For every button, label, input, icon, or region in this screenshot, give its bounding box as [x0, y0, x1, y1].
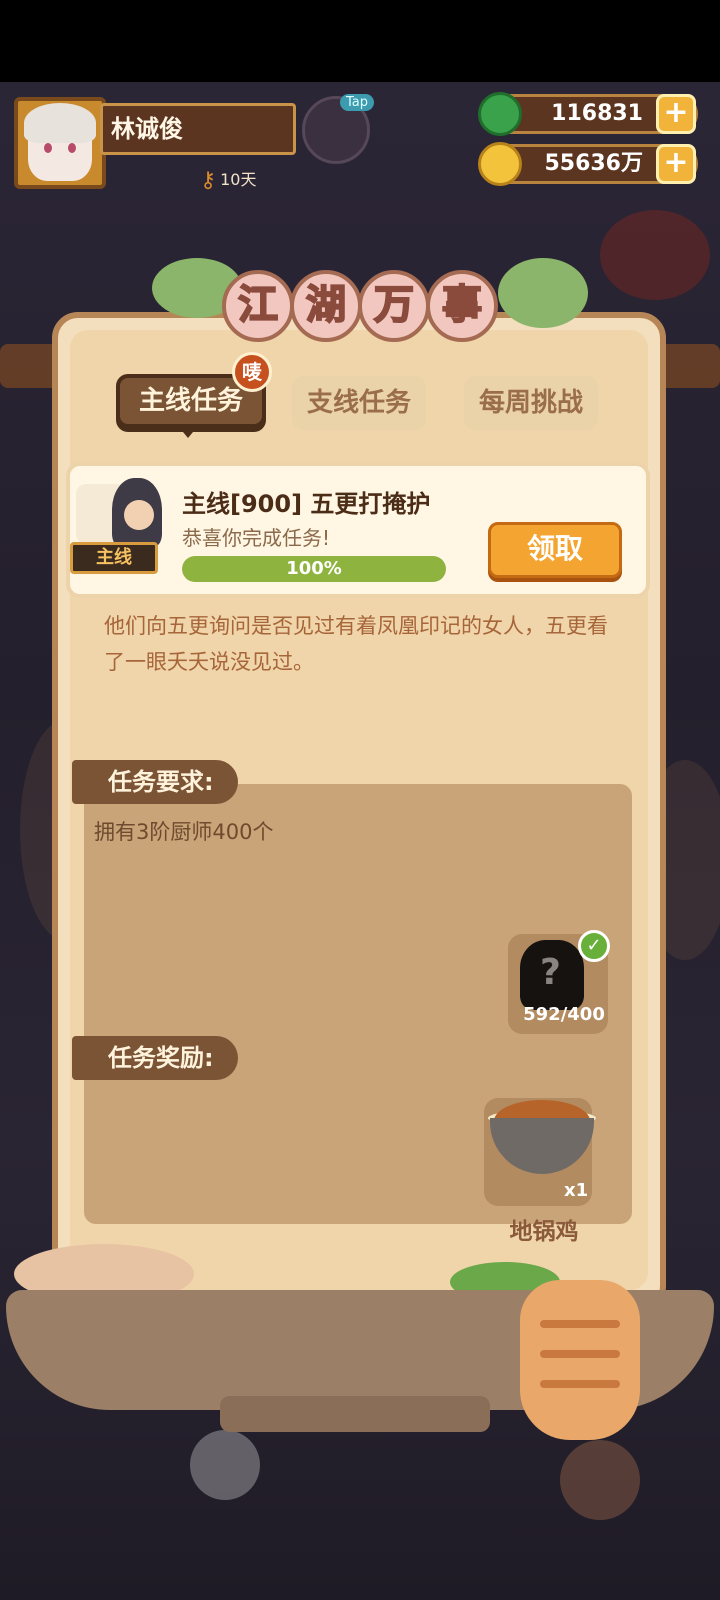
tab-weekly-challenge[interactable]: 每周挑战	[464, 376, 598, 430]
reward-divider	[260, 1066, 586, 1070]
title-char: 湖	[290, 270, 362, 342]
jade-icon	[478, 92, 522, 136]
title-char: 事	[426, 270, 498, 342]
coin-icon	[478, 142, 522, 186]
quest-title: 主线[900] 五更打掩护	[182, 490, 431, 518]
days-counter: ⚷ 10天	[200, 166, 257, 193]
limited-gift-icon[interactable]	[600, 210, 710, 300]
title-char: 万	[358, 270, 430, 342]
cabbage-leaf	[498, 258, 588, 328]
claim-button[interactable]: 领取	[488, 522, 622, 578]
quest-status: 恭喜你完成任务!	[182, 526, 331, 550]
title-char: 江	[222, 270, 294, 342]
reward-name: 地锅鸡	[509, 1219, 579, 1245]
requirement-text: 拥有3阶厨师400个	[94, 820, 274, 844]
quest-story-text: 他们向五更询问是否见过有着凤凰印记的女人，五更看了一眼夭夭说没见过。	[104, 614, 608, 674]
days-label: 10天	[220, 170, 257, 189]
requirement-header: 任务要求:	[72, 760, 238, 804]
check-icon: ✓	[578, 930, 610, 962]
status-bar	[0, 0, 720, 82]
tab-side-quest[interactable]: 支线任务	[292, 376, 426, 430]
cat-decoration	[520, 1280, 640, 1440]
quest-progress-label: 100%	[286, 558, 342, 579]
avatar-hair	[24, 103, 96, 143]
tap-label: Tap	[340, 94, 375, 111]
requirement-count: 592/400	[523, 1004, 605, 1025]
player-name: 林诚俊	[100, 103, 296, 155]
quest-type-tag: 主线	[70, 542, 158, 574]
reward-quantity: x1	[564, 1180, 589, 1201]
key-icon: ⚷	[200, 168, 217, 193]
avatar-eye	[44, 143, 52, 153]
add-jade-button[interactable]: +	[656, 94, 696, 134]
new-badge: 唛	[232, 352, 272, 392]
reward-header: 任务奖励:	[72, 1036, 238, 1080]
tab-pointer	[178, 426, 198, 438]
player-avatar[interactable]	[14, 97, 106, 189]
bowl-base	[220, 1396, 490, 1432]
avatar-eye	[68, 143, 76, 153]
add-coin-button[interactable]: +	[656, 144, 696, 184]
question-mark-icon: ?	[540, 952, 561, 993]
